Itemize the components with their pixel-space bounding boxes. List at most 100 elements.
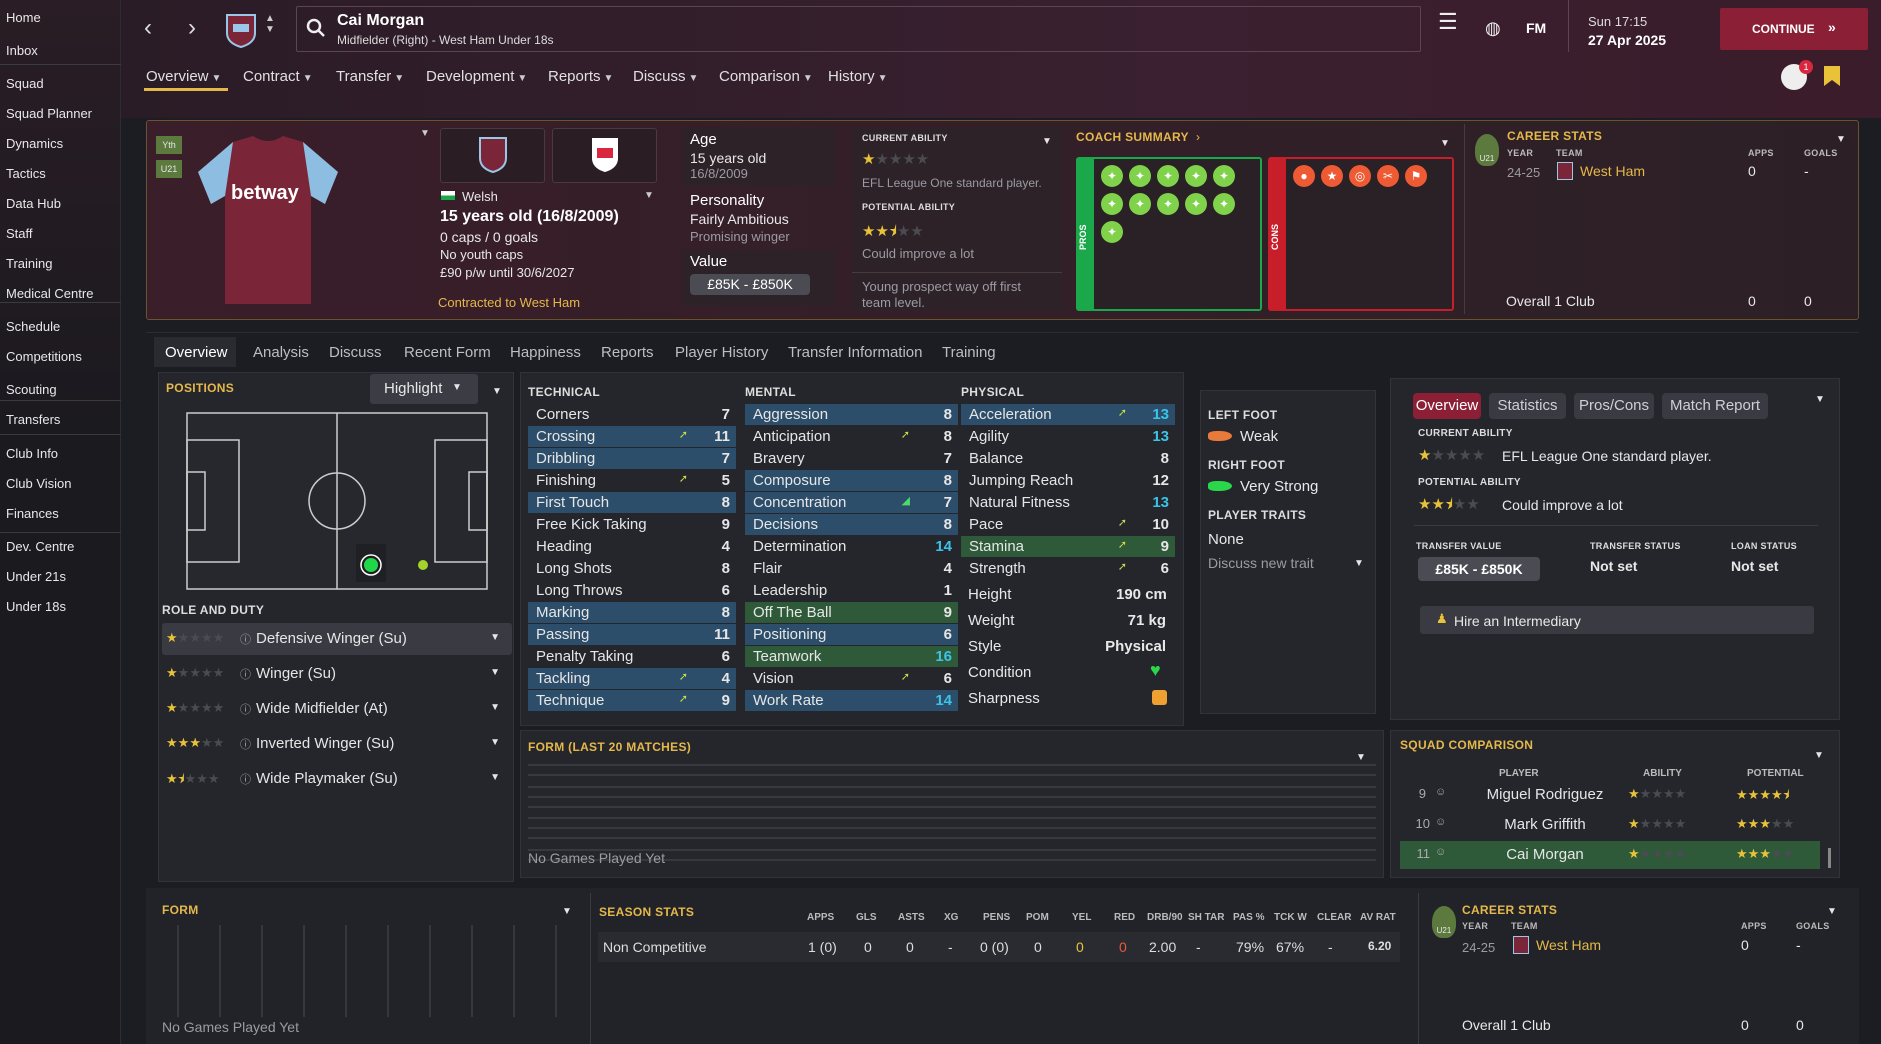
- role-row[interactable]: ★★★★★ ⓘ Inverted Winger (Su) ▼: [162, 728, 512, 760]
- role-row[interactable]: ★⯨★★★ ⓘ Wide Playmaker (Su) ▼: [162, 763, 512, 795]
- report-tab-match-report[interactable]: Match Report: [1662, 393, 1768, 419]
- info-icon[interactable]: ⓘ: [240, 631, 251, 647]
- sidebar-item-club-info[interactable]: Club Info: [6, 446, 58, 461]
- sidebar-item-training[interactable]: Training: [6, 256, 52, 271]
- discuss-trait-chevron-icon[interactable]: ▼: [1354, 558, 1364, 569]
- info-icon[interactable]: ⓘ: [240, 701, 251, 717]
- coach-summary-title[interactable]: COACH SUMMARY: [1076, 130, 1189, 144]
- pro-skill-icon[interactable]: ✦: [1213, 165, 1235, 187]
- info-icon[interactable]: ⓘ: [240, 666, 251, 682]
- form-title[interactable]: FORM: [162, 903, 199, 917]
- sidebar-item-dev-centre[interactable]: Dev. Centre: [6, 539, 74, 554]
- sidebar-item-transfers[interactable]: Transfers: [6, 412, 60, 427]
- subtab-training[interactable]: Training: [942, 344, 996, 361]
- forward-arrow-icon[interactable]: ›: [188, 14, 196, 42]
- positions-collapse-icon[interactable]: ▼: [492, 386, 502, 397]
- sidebar-item-finances[interactable]: Finances: [6, 506, 59, 521]
- pro-skill-icon[interactable]: ✦: [1185, 165, 1207, 187]
- career-team[interactable]: West Ham: [1580, 163, 1645, 179]
- con-skill-icon[interactable]: ⚑: [1405, 165, 1427, 187]
- sidebar-item-inbox[interactable]: Inbox: [6, 43, 38, 58]
- ability-dropdown-icon[interactable]: ▼: [1042, 136, 1052, 147]
- form20-title[interactable]: FORM (LAST 20 MATCHES): [528, 740, 691, 754]
- sidebar-item-data-hub[interactable]: Data Hub: [6, 196, 61, 211]
- pro-skill-icon[interactable]: ✦: [1157, 193, 1179, 215]
- tab-reports[interactable]: Reports ▼: [548, 68, 613, 85]
- pro-skill-icon[interactable]: ✦: [1157, 165, 1179, 187]
- pro-skill-icon[interactable]: ✦: [1101, 221, 1123, 243]
- discuss-trait[interactable]: Discuss new trait: [1208, 555, 1314, 571]
- search-icon[interactable]: [306, 18, 326, 38]
- info-icon[interactable]: ⓘ: [240, 771, 251, 787]
- subtab-happiness[interactable]: Happiness: [510, 344, 581, 361]
- pro-skill-icon[interactable]: ✦: [1129, 165, 1151, 187]
- tab-contract[interactable]: Contract ▼: [243, 68, 313, 85]
- role-chevron-icon[interactable]: ▼: [490, 632, 500, 643]
- report-tab-overview[interactable]: Overview: [1413, 393, 1481, 419]
- sidebar-item-competitions[interactable]: Competitions: [6, 349, 82, 364]
- career-dropdown-icon[interactable]: ▼: [1836, 134, 1846, 145]
- sidebar-item-dynamics[interactable]: Dynamics: [6, 136, 63, 151]
- subtab-overview[interactable]: Overview: [165, 344, 228, 361]
- subtab-player-history[interactable]: Player History: [675, 344, 768, 361]
- sidebar-item-staff[interactable]: Staff: [6, 226, 33, 241]
- role-chevron-icon[interactable]: ▼: [490, 772, 500, 783]
- subtab-analysis[interactable]: Analysis: [253, 344, 309, 361]
- report-tab-statistics[interactable]: Statistics: [1489, 393, 1566, 419]
- info-icon[interactable]: ⓘ: [240, 736, 251, 752]
- tab-history[interactable]: History ▼: [828, 68, 888, 85]
- sidebar-item-squad[interactable]: Squad: [6, 76, 44, 91]
- squad-player-name[interactable]: Miguel Rodriguez: [1460, 786, 1630, 803]
- career2-title[interactable]: CAREER STATS: [1462, 903, 1557, 917]
- sidebar-item-home[interactable]: Home: [6, 10, 41, 25]
- transfer-value-pill[interactable]: £85K - £850K: [1418, 557, 1540, 581]
- pro-skill-icon[interactable]: ✦: [1213, 193, 1235, 215]
- subtab-recent-form[interactable]: Recent Form: [404, 344, 491, 361]
- season-title[interactable]: SEASON STATS: [599, 905, 694, 919]
- role-row[interactable]: ★★★★★ ⓘ Defensive Winger (Su) ▼: [162, 623, 512, 655]
- report-dropdown-icon[interactable]: ▼: [1815, 394, 1825, 405]
- positions-title[interactable]: POSITIONS: [166, 381, 234, 395]
- role-chevron-icon[interactable]: ▼: [490, 737, 500, 748]
- sidebar-item-under-21s[interactable]: Under 21s: [6, 569, 66, 584]
- subtab-transfer-information[interactable]: Transfer Information: [788, 344, 923, 361]
- squad-dropdown-icon[interactable]: ▼: [1814, 750, 1824, 761]
- sidebar-item-tactics[interactable]: Tactics: [6, 166, 46, 181]
- pro-skill-icon[interactable]: ✦: [1101, 165, 1123, 187]
- report-tab-pros-cons[interactable]: Pros/Cons: [1574, 393, 1654, 419]
- back-arrow-icon[interactable]: ‹: [144, 14, 152, 42]
- sidebar-item-medical-centre[interactable]: Medical Centre: [6, 286, 93, 301]
- career2-dropdown-icon[interactable]: ▼: [1827, 906, 1837, 917]
- squad-player-name[interactable]: Mark Griffith: [1460, 816, 1630, 833]
- pro-skill-icon[interactable]: ✦: [1185, 193, 1207, 215]
- subtab-discuss[interactable]: Discuss: [329, 344, 382, 361]
- globe-icon[interactable]: ◍: [1485, 18, 1501, 39]
- sidebar-item-club-vision[interactable]: Club Vision: [6, 476, 72, 491]
- career-stats-title[interactable]: CAREER STATS: [1507, 129, 1602, 143]
- squad-row[interactable]: 11 ☺ Cai Morgan ★★★★★ ★★★★★: [1400, 841, 1820, 869]
- squad-title[interactable]: SQUAD COMPARISON: [1400, 738, 1533, 752]
- tab-transfer[interactable]: Transfer ▼: [336, 68, 404, 85]
- tab-discuss[interactable]: Discuss ▼: [633, 68, 698, 85]
- fm-logo[interactable]: FM: [1526, 20, 1546, 36]
- menu-icon[interactable]: ☰: [1438, 11, 1458, 33]
- coach-dropdown-icon[interactable]: ▼: [1440, 138, 1450, 149]
- profile-dropdown-icon[interactable]: ▼: [420, 128, 430, 139]
- squad-player-name[interactable]: Cai Morgan: [1460, 846, 1630, 863]
- form-dropdown-icon[interactable]: ▼: [562, 906, 572, 917]
- career2-team[interactable]: West Ham: [1536, 937, 1601, 953]
- sidebar-item-scouting[interactable]: Scouting: [6, 382, 57, 397]
- club-crest-icon[interactable]: [224, 12, 258, 48]
- subtab-reports[interactable]: Reports: [601, 344, 654, 361]
- squad-scrollbar[interactable]: [1828, 848, 1831, 868]
- role-chevron-icon[interactable]: ▼: [490, 667, 500, 678]
- tab-comparison[interactable]: Comparison ▼: [719, 68, 813, 85]
- contracted-link[interactable]: Contracted to West Ham: [438, 295, 580, 310]
- con-skill-icon[interactable]: ★: [1321, 165, 1343, 187]
- value-pill[interactable]: £85K - £850K: [690, 274, 810, 295]
- pro-skill-icon[interactable]: ✦: [1101, 193, 1123, 215]
- nationality-dropdown-icon[interactable]: ▼: [644, 190, 654, 201]
- con-skill-icon[interactable]: ✂: [1377, 165, 1399, 187]
- player-switch-icon[interactable]: ▲ ▼: [265, 13, 275, 35]
- sidebar-item-squad-planner[interactable]: Squad Planner: [6, 106, 92, 121]
